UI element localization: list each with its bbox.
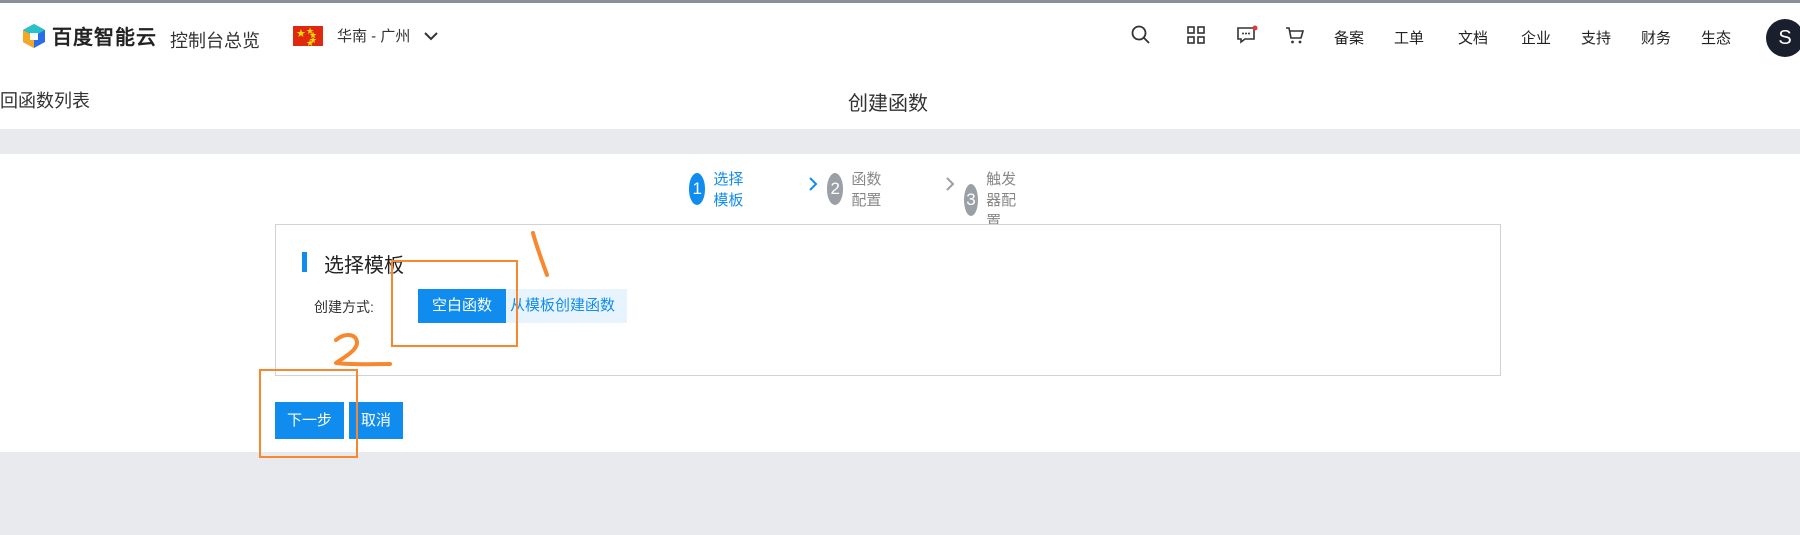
step-label: 触发器配置 (986, 171, 1017, 230)
nav-link-finance[interactable]: 财务 (1641, 27, 1671, 48)
page-title: 创建函数 (848, 93, 928, 115)
step-label: 函数配置 (851, 171, 882, 209)
chevron-down-icon (424, 31, 439, 40)
top-navigation-bar: 百度智能云 控制台总览 ★ ★ ★ ★ ★ 华南 - 广州 备案 工单 文档 企… (0, 3, 1800, 67)
nav-link-beian[interactable]: 备案 (1334, 27, 1364, 48)
region-label: 华南 - 广州 (337, 28, 411, 45)
chevron-right-icon (946, 177, 955, 191)
message-icon[interactable] (1236, 25, 1258, 45)
console-overview-link[interactable]: 控制台总览 (170, 27, 260, 53)
nav-link-enterprise[interactable]: 企业 (1521, 27, 1551, 48)
create-function-panel: 1 选择模板 2 函数配置 3 触发器配置 选择模板 创建方式: 空白函数 从模… (0, 154, 1800, 458)
annotation-box-2 (259, 369, 358, 458)
step-number: 3 (964, 183, 979, 216)
user-avatar[interactable]: S (1766, 19, 1800, 57)
china-flag-icon: ★ ★ ★ ★ ★ (293, 25, 323, 47)
section-marker (302, 252, 307, 272)
step-label: 选择模板 (713, 171, 744, 209)
step-trigger-config: 3 触发器配置 (964, 168, 1019, 231)
create-from-template-button[interactable]: 从模板创建函数 (506, 289, 628, 323)
step-function-config: 2 函数配置 (827, 168, 882, 210)
nav-link-ticket[interactable]: 工单 (1394, 27, 1424, 48)
nav-link-support[interactable]: 支持 (1581, 27, 1611, 48)
creation-method-label: 创建方式: (314, 299, 374, 315)
step-select-template: 1 选择模板 (689, 168, 744, 210)
baidu-cloud-logo[interactable]: 百度智能云 (22, 21, 157, 50)
page-header: 回函数列表 创建函数 (0, 67, 1800, 129)
annotation-box-1 (391, 260, 518, 347)
logo-text: 百度智能云 (52, 27, 157, 49)
region-selector[interactable]: ★ ★ ★ ★ ★ 华南 - 广州 (293, 25, 440, 47)
chevron-right-icon (809, 177, 818, 191)
page: 百度智能云 控制台总览 ★ ★ ★ ★ ★ 华南 - 广州 备案 工单 文档 企… (0, 0, 1800, 535)
back-to-function-list-link[interactable]: 回函数列表 (0, 87, 90, 113)
cart-icon[interactable] (1285, 25, 1305, 45)
search-icon[interactable] (1131, 25, 1151, 45)
step-number: 2 (827, 173, 844, 205)
nav-link-ecosystem[interactable]: 生态 (1701, 27, 1731, 48)
nav-link-docs[interactable]: 文档 (1458, 27, 1488, 48)
baidu-cloud-logo-icon (23, 23, 45, 48)
apps-grid-icon[interactable] (1186, 25, 1206, 45)
step-number: 1 (689, 173, 706, 205)
